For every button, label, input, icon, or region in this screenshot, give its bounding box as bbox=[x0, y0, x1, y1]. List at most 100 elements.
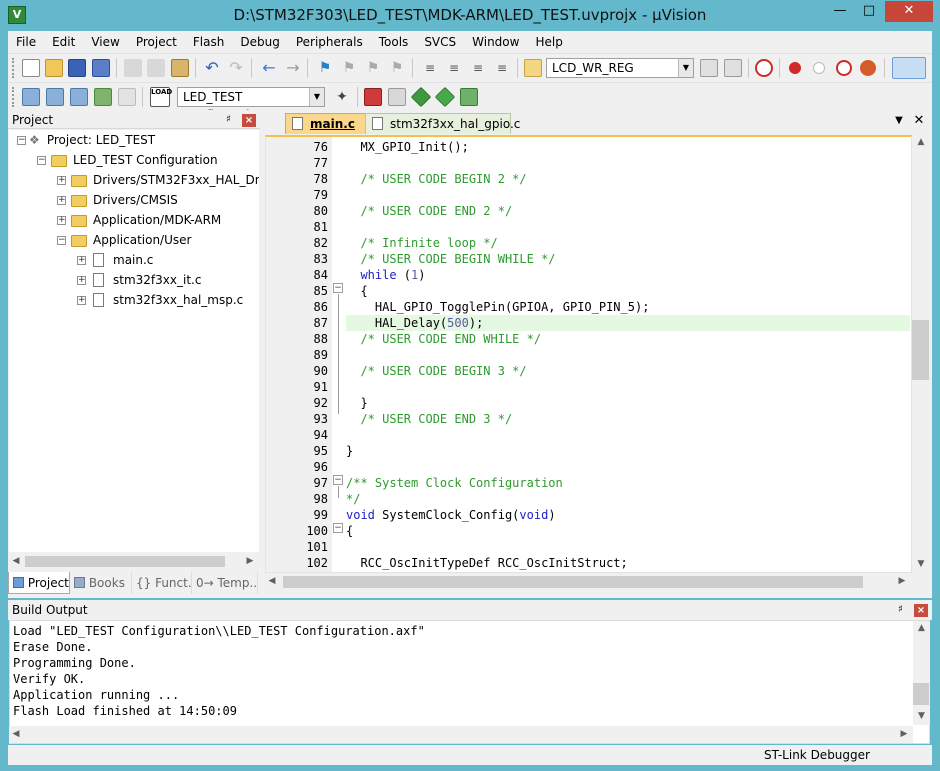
find-icon[interactable] bbox=[700, 59, 718, 77]
expand-icon[interactable]: + bbox=[77, 296, 86, 305]
window-config-icon[interactable] bbox=[892, 57, 926, 79]
code-line[interactable]: /* USER CODE END WHILE */ bbox=[346, 331, 541, 347]
code-line[interactable]: /* USER CODE END 3 */ bbox=[346, 411, 512, 427]
menu-peripherals[interactable]: Peripherals bbox=[288, 32, 371, 52]
fold-marker-icon[interactable]: − bbox=[333, 475, 343, 485]
tree-group-application-user[interactable]: Application/User bbox=[93, 230, 191, 250]
open-file-icon[interactable] bbox=[45, 59, 63, 77]
scrollbar-thumb[interactable] bbox=[912, 320, 929, 380]
menu-tools[interactable]: Tools bbox=[371, 32, 417, 52]
code-line[interactable]: /** System Clock Configuration bbox=[346, 475, 563, 491]
scroll-down-icon[interactable]: ▼ bbox=[915, 559, 927, 569]
scroll-left-icon[interactable]: ◀ bbox=[267, 576, 277, 586]
close-window-button[interactable]: ✕ bbox=[885, 1, 933, 22]
kill-all-breakpoints-icon[interactable] bbox=[860, 60, 876, 76]
software-components-icon[interactable] bbox=[460, 88, 478, 106]
tab-templates[interactable]: 0→ Temp... bbox=[192, 572, 258, 594]
tree-project-root[interactable]: ❖ Project: LED_TEST bbox=[29, 130, 155, 150]
collapse-icon[interactable]: − bbox=[57, 236, 66, 245]
redo-icon[interactable]: ↷ bbox=[227, 59, 245, 77]
expand-icon[interactable]: + bbox=[77, 256, 86, 265]
code-line[interactable]: RCC_OscInitTypeDef RCC_OscInitStruct; bbox=[346, 555, 627, 571]
menu-view[interactable]: View bbox=[83, 32, 127, 52]
tab-hal-gpio-c[interactable]: stm32f3xx_hal_gpio.c bbox=[365, 113, 520, 134]
target-options-icon[interactable]: ✦ bbox=[333, 88, 351, 106]
navigate-back-icon[interactable]: ← bbox=[260, 59, 278, 77]
disable-all-breakpoints-icon[interactable] bbox=[836, 60, 852, 76]
scroll-right-icon[interactable]: ▶ bbox=[897, 576, 907, 586]
scroll-left-icon[interactable]: ◀ bbox=[11, 729, 21, 739]
title-bar[interactable]: V D:\STM32F303\LED_TEST\MDK-ARM\LED_TEST… bbox=[0, 0, 940, 31]
manage-rte-icon[interactable] bbox=[410, 86, 432, 108]
manage-project-items-icon[interactable] bbox=[364, 88, 382, 106]
batch-build-icon[interactable] bbox=[94, 88, 112, 106]
start-debug-icon[interactable] bbox=[755, 59, 773, 77]
minimize-button[interactable]: — bbox=[826, 1, 854, 22]
close-panel-icon[interactable]: × bbox=[242, 114, 256, 127]
tree-target-config[interactable]: LED_TEST Configuration bbox=[73, 150, 218, 170]
menu-debug[interactable]: Debug bbox=[232, 32, 287, 52]
tab-project[interactable]: Project bbox=[8, 572, 70, 594]
paste-icon[interactable] bbox=[171, 59, 189, 77]
chevron-down-icon[interactable]: ▼ bbox=[678, 59, 693, 77]
tree-file-it-c[interactable]: stm32f3xx_it.c bbox=[113, 270, 201, 290]
code-line[interactable]: /* USER CODE BEGIN 3 */ bbox=[346, 363, 526, 379]
tab-main-c[interactable]: main.c bbox=[285, 113, 371, 134]
close-panel-icon[interactable]: × bbox=[914, 604, 928, 617]
pin-icon[interactable]: ♯ bbox=[226, 114, 231, 125]
scroll-up-icon[interactable]: ▲ bbox=[916, 623, 927, 633]
fold-marker-icon[interactable]: − bbox=[333, 283, 343, 293]
code-line[interactable]: */ bbox=[346, 491, 360, 507]
build-output-horizontal-scrollbar[interactable]: ◀ ▶ bbox=[9, 726, 913, 743]
comment-icon[interactable]: ≡ bbox=[469, 59, 487, 77]
chevron-down-icon[interactable]: ▼ bbox=[309, 88, 324, 106]
menu-file[interactable]: File bbox=[8, 32, 44, 52]
scrollbar-thumb[interactable] bbox=[913, 683, 929, 705]
tab-functions[interactable]: {} Funct... bbox=[132, 572, 192, 594]
cut-icon[interactable] bbox=[124, 59, 142, 77]
editor-vertical-scrollbar[interactable]: ▲ ▼ bbox=[912, 135, 930, 573]
code-line[interactable]: /* Infinite loop */ bbox=[346, 235, 497, 251]
disable-breakpoint-icon[interactable] bbox=[813, 62, 825, 74]
collapse-icon[interactable]: − bbox=[37, 156, 46, 165]
bookmark-icon[interactable]: ⚑ bbox=[316, 59, 334, 77]
tab-list-chevron-icon[interactable]: ▼ bbox=[893, 115, 905, 126]
stop-build-icon[interactable] bbox=[118, 88, 136, 106]
tree-group-cmsis[interactable]: Drivers/CMSIS bbox=[93, 190, 178, 210]
save-all-icon[interactable] bbox=[92, 59, 110, 77]
next-bookmark-icon[interactable]: ⚑ bbox=[364, 59, 382, 77]
expand-icon[interactable]: + bbox=[57, 216, 66, 225]
rebuild-icon[interactable] bbox=[70, 88, 88, 106]
tree-file-hal-msp-c[interactable]: stm32f3xx_hal_msp.c bbox=[113, 290, 243, 310]
tree-group-hal-driver[interactable]: Drivers/STM32F3xx_HAL_Driver bbox=[93, 170, 259, 190]
project-tree-scrollbar[interactable]: ◀ ▶ bbox=[9, 553, 259, 570]
code-line[interactable]: } bbox=[346, 395, 367, 411]
download-icon[interactable]: LOAD bbox=[150, 87, 172, 107]
incremental-find-icon[interactable] bbox=[724, 59, 742, 77]
fold-marker-icon[interactable]: − bbox=[333, 523, 343, 533]
menu-help[interactable]: Help bbox=[527, 32, 570, 52]
menu-svcs[interactable]: SVCS bbox=[416, 32, 464, 52]
editor-horizontal-scrollbar[interactable]: ◀ ▶ bbox=[265, 573, 912, 591]
unindent-icon[interactable]: ≡ bbox=[445, 59, 463, 77]
scroll-right-icon[interactable]: ▶ bbox=[899, 729, 909, 739]
function-combo[interactable]: LCD_WR_REG ▼ bbox=[546, 58, 694, 78]
tree-file-main-c[interactable]: main.c bbox=[113, 250, 153, 270]
code-line[interactable]: HAL_GPIO_TogglePin(GPIOA, GPIO_PIN_5); bbox=[346, 299, 650, 315]
scrollbar-thumb[interactable] bbox=[283, 576, 863, 588]
tree-group-mdk-arm[interactable]: Application/MDK-ARM bbox=[93, 210, 221, 230]
tab-books[interactable]: Books bbox=[70, 572, 132, 594]
build-icon[interactable] bbox=[46, 88, 64, 106]
code-line[interactable]: { bbox=[346, 283, 367, 299]
scrollbar-thumb[interactable] bbox=[25, 556, 225, 567]
save-icon[interactable] bbox=[68, 59, 86, 77]
close-tab-icon[interactable]: ✕ bbox=[913, 113, 925, 128]
code-line[interactable]: { bbox=[346, 523, 353, 539]
scroll-right-icon[interactable]: ▶ bbox=[245, 556, 255, 566]
collapse-icon[interactable]: − bbox=[17, 136, 26, 145]
code-line[interactable]: /* USER CODE END 2 */ bbox=[346, 203, 512, 219]
maximize-button[interactable]: □ bbox=[855, 1, 883, 22]
pin-icon[interactable]: ♯ bbox=[898, 604, 903, 615]
menu-edit[interactable]: Edit bbox=[44, 32, 83, 52]
uncomment-icon[interactable]: ≡ bbox=[493, 59, 511, 77]
